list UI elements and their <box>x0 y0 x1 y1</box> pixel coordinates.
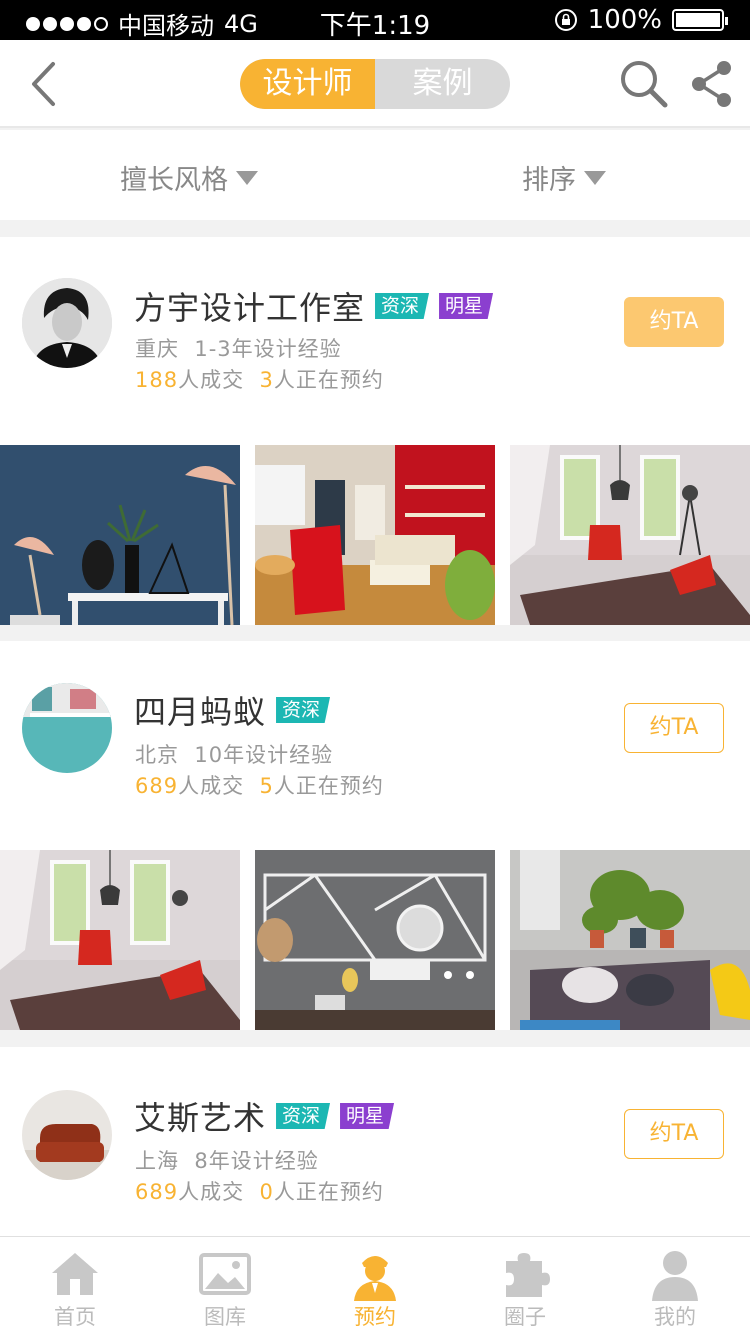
portfolio-photo[interactable] <box>255 850 495 1030</box>
booking-count: 5 <box>259 774 274 798</box>
designer-card[interactable]: 方宇设计工作室 资深 明星 重庆 1-3年设计经验 188人成交 3人正在预约 … <box>0 237 750 625</box>
booking-count: 3 <box>259 368 274 392</box>
clock: 下午1:19 <box>319 11 431 41</box>
tab-circle[interactable]: 圈子 <box>450 1237 600 1335</box>
tab-designer[interactable]: 设计师 <box>240 59 375 109</box>
designer-experience: 10年设计经验 <box>194 743 334 767</box>
senior-badge: 资深 <box>276 697 331 723</box>
dropdown-arrow-icon <box>236 170 258 185</box>
designer-name: 四月蚂蚁 <box>134 693 267 731</box>
booking-count: 0 <box>259 1180 274 1204</box>
deal-count: 188 <box>135 368 179 392</box>
puzzle-icon <box>506 1253 550 1297</box>
home-icon <box>52 1253 98 1295</box>
designer-experience: 8年设计经验 <box>194 1149 319 1173</box>
battery-icon <box>672 9 728 31</box>
tab-booking[interactable]: 预约 <box>300 1237 450 1335</box>
tab-booking-label: 预约 <box>354 1305 396 1329</box>
designer-info: 重庆 1-3年设计经验 <box>135 333 342 363</box>
book-button[interactable]: 约TA <box>624 1109 724 1159</box>
deal-label: 人成交 <box>178 368 245 392</box>
designer-location: 上海 <box>135 1149 179 1173</box>
deal-label: 人成交 <box>178 1180 245 1204</box>
designer-info: 北京 10年设计经验 <box>135 739 333 769</box>
book-button[interactable]: 约TA <box>624 297 724 347</box>
back-icon[interactable] <box>20 56 70 112</box>
senior-badge: 资深 <box>375 293 430 319</box>
booking-label: 人正在预约 <box>273 774 384 798</box>
tab-home-label: 首页 <box>54 1305 96 1329</box>
status-bar: 中国移动 4G 下午1:19 100% <box>0 0 750 41</box>
avatar <box>22 683 112 773</box>
tab-bar: 首页 图库 预约 圈子 我的 <box>0 1236 750 1335</box>
book-button[interactable]: 约TA <box>624 703 724 753</box>
star-badge: 明星 <box>340 1103 395 1129</box>
sort-filter[interactable]: 排序 <box>522 158 606 197</box>
portfolio-photos <box>0 850 750 1030</box>
tab-case[interactable]: 案例 <box>375 59 510 109</box>
designer-card[interactable]: 艾斯艺术 资深 明星 上海 8年设计经验 689人成交 0人正在预约 约TA <box>0 1047 750 1236</box>
portfolio-photos <box>0 445 750 625</box>
designer-stats: 689人成交 5人正在预约 <box>135 770 384 800</box>
deal-count: 689 <box>135 774 179 798</box>
booking-label: 人正在预约 <box>273 368 384 392</box>
portfolio-photo[interactable] <box>510 850 750 1030</box>
deal-label: 人成交 <box>178 774 245 798</box>
search-icon[interactable] <box>618 58 670 110</box>
tab-home[interactable]: 首页 <box>0 1237 150 1335</box>
style-filter[interactable]: 擅长风格 <box>120 158 258 197</box>
rotation-lock-icon <box>554 9 577 31</box>
designer-stats: 689人成交 0人正在预约 <box>135 1176 384 1206</box>
tab-mine[interactable]: 我的 <box>600 1237 750 1335</box>
star-badge: 明星 <box>439 293 494 319</box>
designer-info: 上海 8年设计经验 <box>135 1145 319 1175</box>
deal-count: 689 <box>135 1180 179 1204</box>
senior-badge: 资深 <box>276 1103 331 1129</box>
gallery-icon <box>199 1253 251 1295</box>
designer-name: 方宇设计工作室 <box>134 289 366 327</box>
tab-mine-label: 我的 <box>654 1305 696 1329</box>
battery-percent: 100% <box>587 5 662 35</box>
portfolio-photo[interactable] <box>510 445 750 625</box>
share-icon[interactable] <box>688 58 734 110</box>
filter-bar: 擅长风格 排序 <box>0 130 750 220</box>
designer-stats: 188人成交 3人正在预约 <box>135 364 384 394</box>
segmented-control: 设计师 案例 <box>240 59 510 109</box>
portfolio-photo[interactable] <box>0 445 240 625</box>
sort-filter-label: 排序 <box>522 165 576 196</box>
dropdown-arrow-icon <box>584 170 606 185</box>
tab-gallery-label: 图库 <box>204 1305 246 1329</box>
person-icon <box>652 1251 698 1301</box>
designer-icon <box>354 1256 396 1301</box>
designer-experience: 1-3年设计经验 <box>194 337 342 361</box>
portfolio-photo[interactable] <box>0 850 240 1030</box>
portfolio-photo[interactable] <box>255 445 495 625</box>
style-filter-label: 擅长风格 <box>120 165 228 196</box>
designer-location: 北京 <box>135 743 179 767</box>
tab-gallery[interactable]: 图库 <box>150 1237 300 1335</box>
designer-name: 艾斯艺术 <box>134 1099 267 1137</box>
navigation-bar: 设计师 案例 <box>0 40 750 128</box>
avatar <box>22 1090 112 1180</box>
avatar <box>22 278 112 368</box>
designer-card[interactable]: 四月蚂蚁 资深 北京 10年设计经验 689人成交 5人正在预约 约TA <box>0 641 750 1030</box>
tab-circle-label: 圈子 <box>504 1305 546 1329</box>
designer-location: 重庆 <box>135 337 179 361</box>
booking-label: 人正在预约 <box>273 1180 384 1204</box>
